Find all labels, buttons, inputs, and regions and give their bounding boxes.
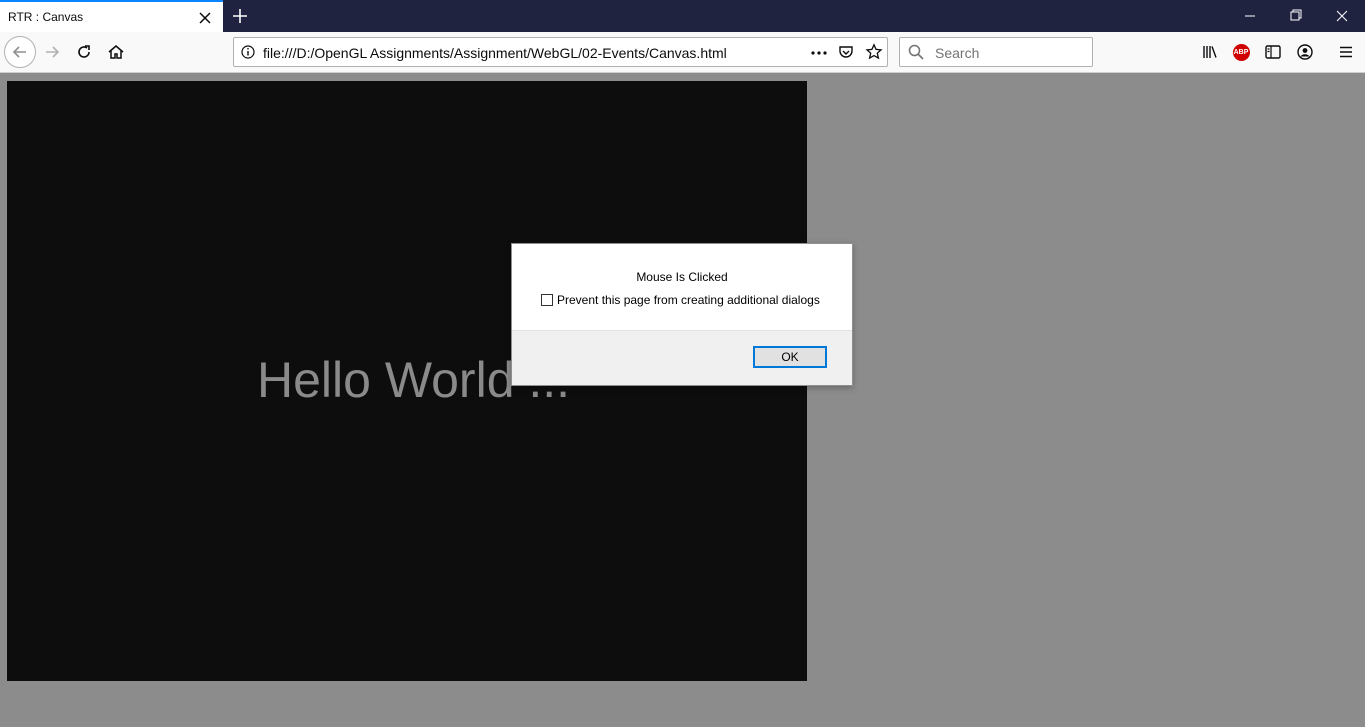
library-icon — [1203, 46, 1217, 58]
tab-strip: RTR : Canvas — [0, 0, 1365, 32]
url-text: file:///D:/OpenGL Assignments/Assignment… — [263, 45, 727, 61]
forward-arrow-icon — [46, 46, 60, 58]
forward-button[interactable] — [38, 38, 66, 66]
dialog-message: Mouse Is Clicked — [636, 270, 728, 284]
adblock-button[interactable]: ABP — [1227, 38, 1255, 66]
reload-icon — [78, 45, 90, 58]
close-icon[interactable] — [196, 9, 214, 27]
abp-icon: ABP — [1232, 43, 1250, 61]
pocket-icon[interactable] — [838, 44, 854, 60]
minimize-icon[interactable] — [1227, 0, 1273, 32]
sidebar-icon — [1265, 45, 1281, 59]
account-icon — [1297, 44, 1313, 60]
alert-dialog: Mouse Is Clicked Prevent this page from … — [511, 243, 853, 386]
ok-button[interactable]: OK — [753, 346, 827, 368]
dialog-footer: OK — [512, 330, 852, 385]
window-close-icon[interactable] — [1319, 0, 1365, 32]
info-icon[interactable] — [241, 45, 255, 59]
search-placeholder: Search — [935, 45, 980, 61]
url-bar[interactable]: file:///D:/OpenGL Assignments/Assignment… — [233, 37, 888, 67]
account-button[interactable] — [1291, 38, 1319, 66]
tab-active[interactable]: RTR : Canvas — [0, 0, 223, 32]
back-arrow-icon — [12, 46, 26, 58]
tab-title: RTR : Canvas — [8, 10, 84, 24]
search-input[interactable]: Search — [899, 37, 1093, 67]
menu-button[interactable] — [1332, 38, 1360, 66]
library-button[interactable] — [1196, 38, 1224, 66]
plus-icon[interactable] — [228, 4, 252, 28]
hamburger-icon — [1340, 46, 1352, 58]
prevent-dialogs-label[interactable]: Prevent this page from creating addition… — [557, 293, 820, 307]
restore-icon[interactable] — [1273, 0, 1319, 32]
search-icon — [908, 44, 924, 60]
back-button[interactable] — [4, 36, 36, 68]
reload-button[interactable] — [70, 38, 98, 66]
home-button[interactable] — [102, 38, 130, 66]
nav-bar: file:///D:/OpenGL Assignments/Assignment… — [0, 32, 1365, 73]
home-icon — [108, 45, 124, 59]
star-icon[interactable] — [865, 43, 883, 61]
prevent-dialogs-checkbox[interactable] — [541, 294, 553, 306]
sidebar-button[interactable] — [1259, 38, 1287, 66]
more-icon[interactable] — [810, 46, 828, 60]
